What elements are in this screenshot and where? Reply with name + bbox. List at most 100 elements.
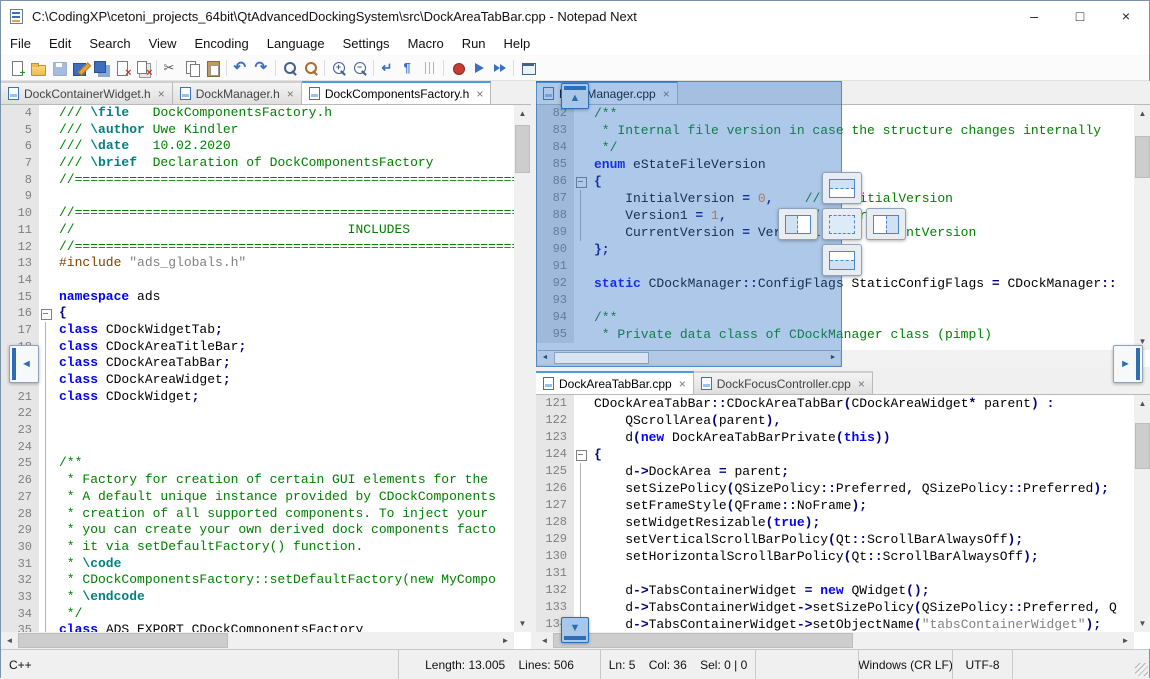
- close-tab-icon[interactable]: ×: [158, 88, 165, 100]
- replace-icon: [303, 60, 319, 76]
- menu-language[interactable]: Language: [258, 31, 334, 55]
- drop-edge-top-icon[interactable]: [561, 83, 589, 109]
- tab-DockAreaTabBar.cpp[interactable]: DockAreaTabBar.cpp×: [536, 371, 694, 394]
- close-button[interactable]: [111, 57, 132, 79]
- show-all-characters-button[interactable]: [398, 57, 419, 79]
- undo-button[interactable]: [230, 57, 251, 79]
- mini-window-icon: [829, 215, 855, 234]
- scroll-up-icon[interactable]: [514, 105, 531, 122]
- drop-indicator-top-icon[interactable]: [822, 172, 862, 204]
- tab-DockFocusController.cpp[interactable]: DockFocusController.cpp×: [694, 371, 873, 394]
- drop-indicator-center-icon[interactable]: [822, 208, 862, 240]
- scrollbar-thumb[interactable]: [515, 125, 530, 173]
- drop-indicator-left-icon[interactable]: [778, 208, 818, 240]
- menu-settings[interactable]: Settings: [334, 31, 399, 55]
- save-copy-button[interactable]: [69, 57, 90, 79]
- word-wrap-button[interactable]: [377, 57, 398, 79]
- floppy-pencil-icon: [72, 60, 88, 76]
- code-text: * creation of all supported components. …: [54, 506, 496, 523]
- line-number: 21: [1, 389, 39, 406]
- redo-button[interactable]: [251, 57, 272, 79]
- macro-play-button[interactable]: [468, 57, 489, 79]
- overlay-h-scrollbar: [538, 350, 840, 364]
- paste-button[interactable]: [202, 57, 223, 79]
- edge-bar-icon: [564, 636, 586, 640]
- close-all-button[interactable]: [132, 57, 153, 79]
- new-file-button[interactable]: [6, 57, 27, 79]
- fold-margin: [39, 422, 54, 439]
- code-line: 13#include "ads_globals.h": [1, 255, 514, 272]
- maximize-button[interactable]: □: [1057, 1, 1103, 31]
- line-number: 26: [1, 472, 39, 489]
- scrollbar-thumb[interactable]: [1135, 423, 1150, 469]
- scroll-up-icon[interactable]: [1134, 105, 1150, 122]
- zoom-in-button[interactable]: [328, 57, 349, 79]
- fold-marker-icon[interactable]: [574, 446, 589, 463]
- close-tab-icon[interactable]: ×: [476, 88, 483, 100]
- indent-guide-button[interactable]: [419, 57, 440, 79]
- scroll-down-icon[interactable]: [1134, 615, 1150, 632]
- scroll-left-icon[interactable]: [1, 632, 18, 649]
- tab-DockComponentsFactory.h[interactable]: DockComponentsFactory.h×: [302, 81, 492, 104]
- scroll-left-icon[interactable]: [536, 632, 553, 649]
- line-number: 7: [1, 155, 39, 172]
- menu-edit[interactable]: Edit: [40, 31, 80, 55]
- code-line: 33 * \endcode: [1, 589, 514, 606]
- code-line: 6/// \date 10.02.2020: [1, 138, 514, 155]
- code-editor-bottom-right[interactable]: 121CDockAreaTabBar::CDockAreaTabBar(CDoc…: [536, 395, 1134, 632]
- drop-edge-bottom-icon[interactable]: [561, 617, 589, 643]
- menu-encoding[interactable]: Encoding: [186, 31, 258, 55]
- scroll-down-icon[interactable]: [514, 615, 531, 632]
- macro-record-button[interactable]: [447, 57, 468, 79]
- save-button[interactable]: [48, 57, 69, 79]
- menu-macro[interactable]: Macro: [399, 31, 453, 55]
- close-tab-icon[interactable]: ×: [858, 378, 865, 390]
- code-line: 130 setHorizontalScrollBarPolicy(Qt::Scr…: [536, 548, 1134, 565]
- v-scrollbar[interactable]: [1134, 105, 1150, 350]
- fold-margin: [39, 522, 54, 539]
- save-all-button[interactable]: [90, 57, 111, 79]
- replace-button[interactable]: [300, 57, 321, 79]
- fold-marker-icon[interactable]: [39, 305, 54, 322]
- scrollbar-thumb[interactable]: [553, 633, 853, 648]
- minimize-button[interactable]: –: [1011, 1, 1057, 31]
- zoom-in-icon: [331, 60, 347, 76]
- open-file-button[interactable]: [27, 57, 48, 79]
- scroll-right-icon[interactable]: [497, 632, 514, 649]
- menu-search[interactable]: Search: [80, 31, 139, 55]
- close-button[interactable]: ×: [1103, 1, 1149, 31]
- menu-view[interactable]: View: [140, 31, 186, 55]
- scroll-right-icon[interactable]: [1117, 632, 1134, 649]
- scroll-up-icon[interactable]: [1134, 395, 1150, 412]
- menu-help[interactable]: Help: [495, 31, 540, 55]
- scrollbar-thumb[interactable]: [18, 633, 228, 648]
- cut-button[interactable]: [160, 57, 181, 79]
- floppy-multi-icon: [93, 60, 109, 76]
- close-tab-icon[interactable]: ×: [287, 88, 294, 100]
- macro-run-multiple-button[interactable]: [489, 57, 510, 79]
- edge-bar-icon: [12, 348, 16, 380]
- v-scrollbar[interactable]: [514, 105, 531, 632]
- pages-x-icon: [135, 60, 151, 76]
- resize-grip-icon[interactable]: [1135, 663, 1148, 676]
- code-line: 133 d->TabsContainerWidget->setSizePolic…: [536, 599, 1134, 616]
- copy-button[interactable]: [181, 57, 202, 79]
- v-scrollbar[interactable]: [1134, 395, 1150, 632]
- scrollbar-thumb[interactable]: [1135, 136, 1150, 178]
- drop-indicator-right-icon[interactable]: [866, 208, 906, 240]
- tab-DockManager.h[interactable]: DockManager.h×: [173, 81, 302, 104]
- drop-edge-right-icon[interactable]: [1113, 345, 1143, 383]
- close-tab-icon[interactable]: ×: [679, 378, 686, 390]
- menu-file[interactable]: File: [1, 31, 40, 55]
- tab-DockContainerWidget.h[interactable]: DockContainerWidget.h×: [1, 81, 173, 104]
- monitor-button[interactable]: [517, 57, 538, 79]
- code-editor-left[interactable]: 4/// \file DockComponentsFactory.h5/// \…: [1, 105, 514, 632]
- find-button[interactable]: [279, 57, 300, 79]
- h-scrollbar[interactable]: [1, 632, 514, 649]
- h-scrollbar[interactable]: [536, 632, 1134, 649]
- menu-run[interactable]: Run: [453, 31, 495, 55]
- drop-edge-left-icon[interactable]: [9, 345, 39, 383]
- drop-indicator-bottom-icon[interactable]: [822, 244, 862, 276]
- zoom-out-button[interactable]: [349, 57, 370, 79]
- titlebar[interactable]: C:\CodingXP\cetoni_projects_64bit\QtAdva…: [1, 1, 1149, 31]
